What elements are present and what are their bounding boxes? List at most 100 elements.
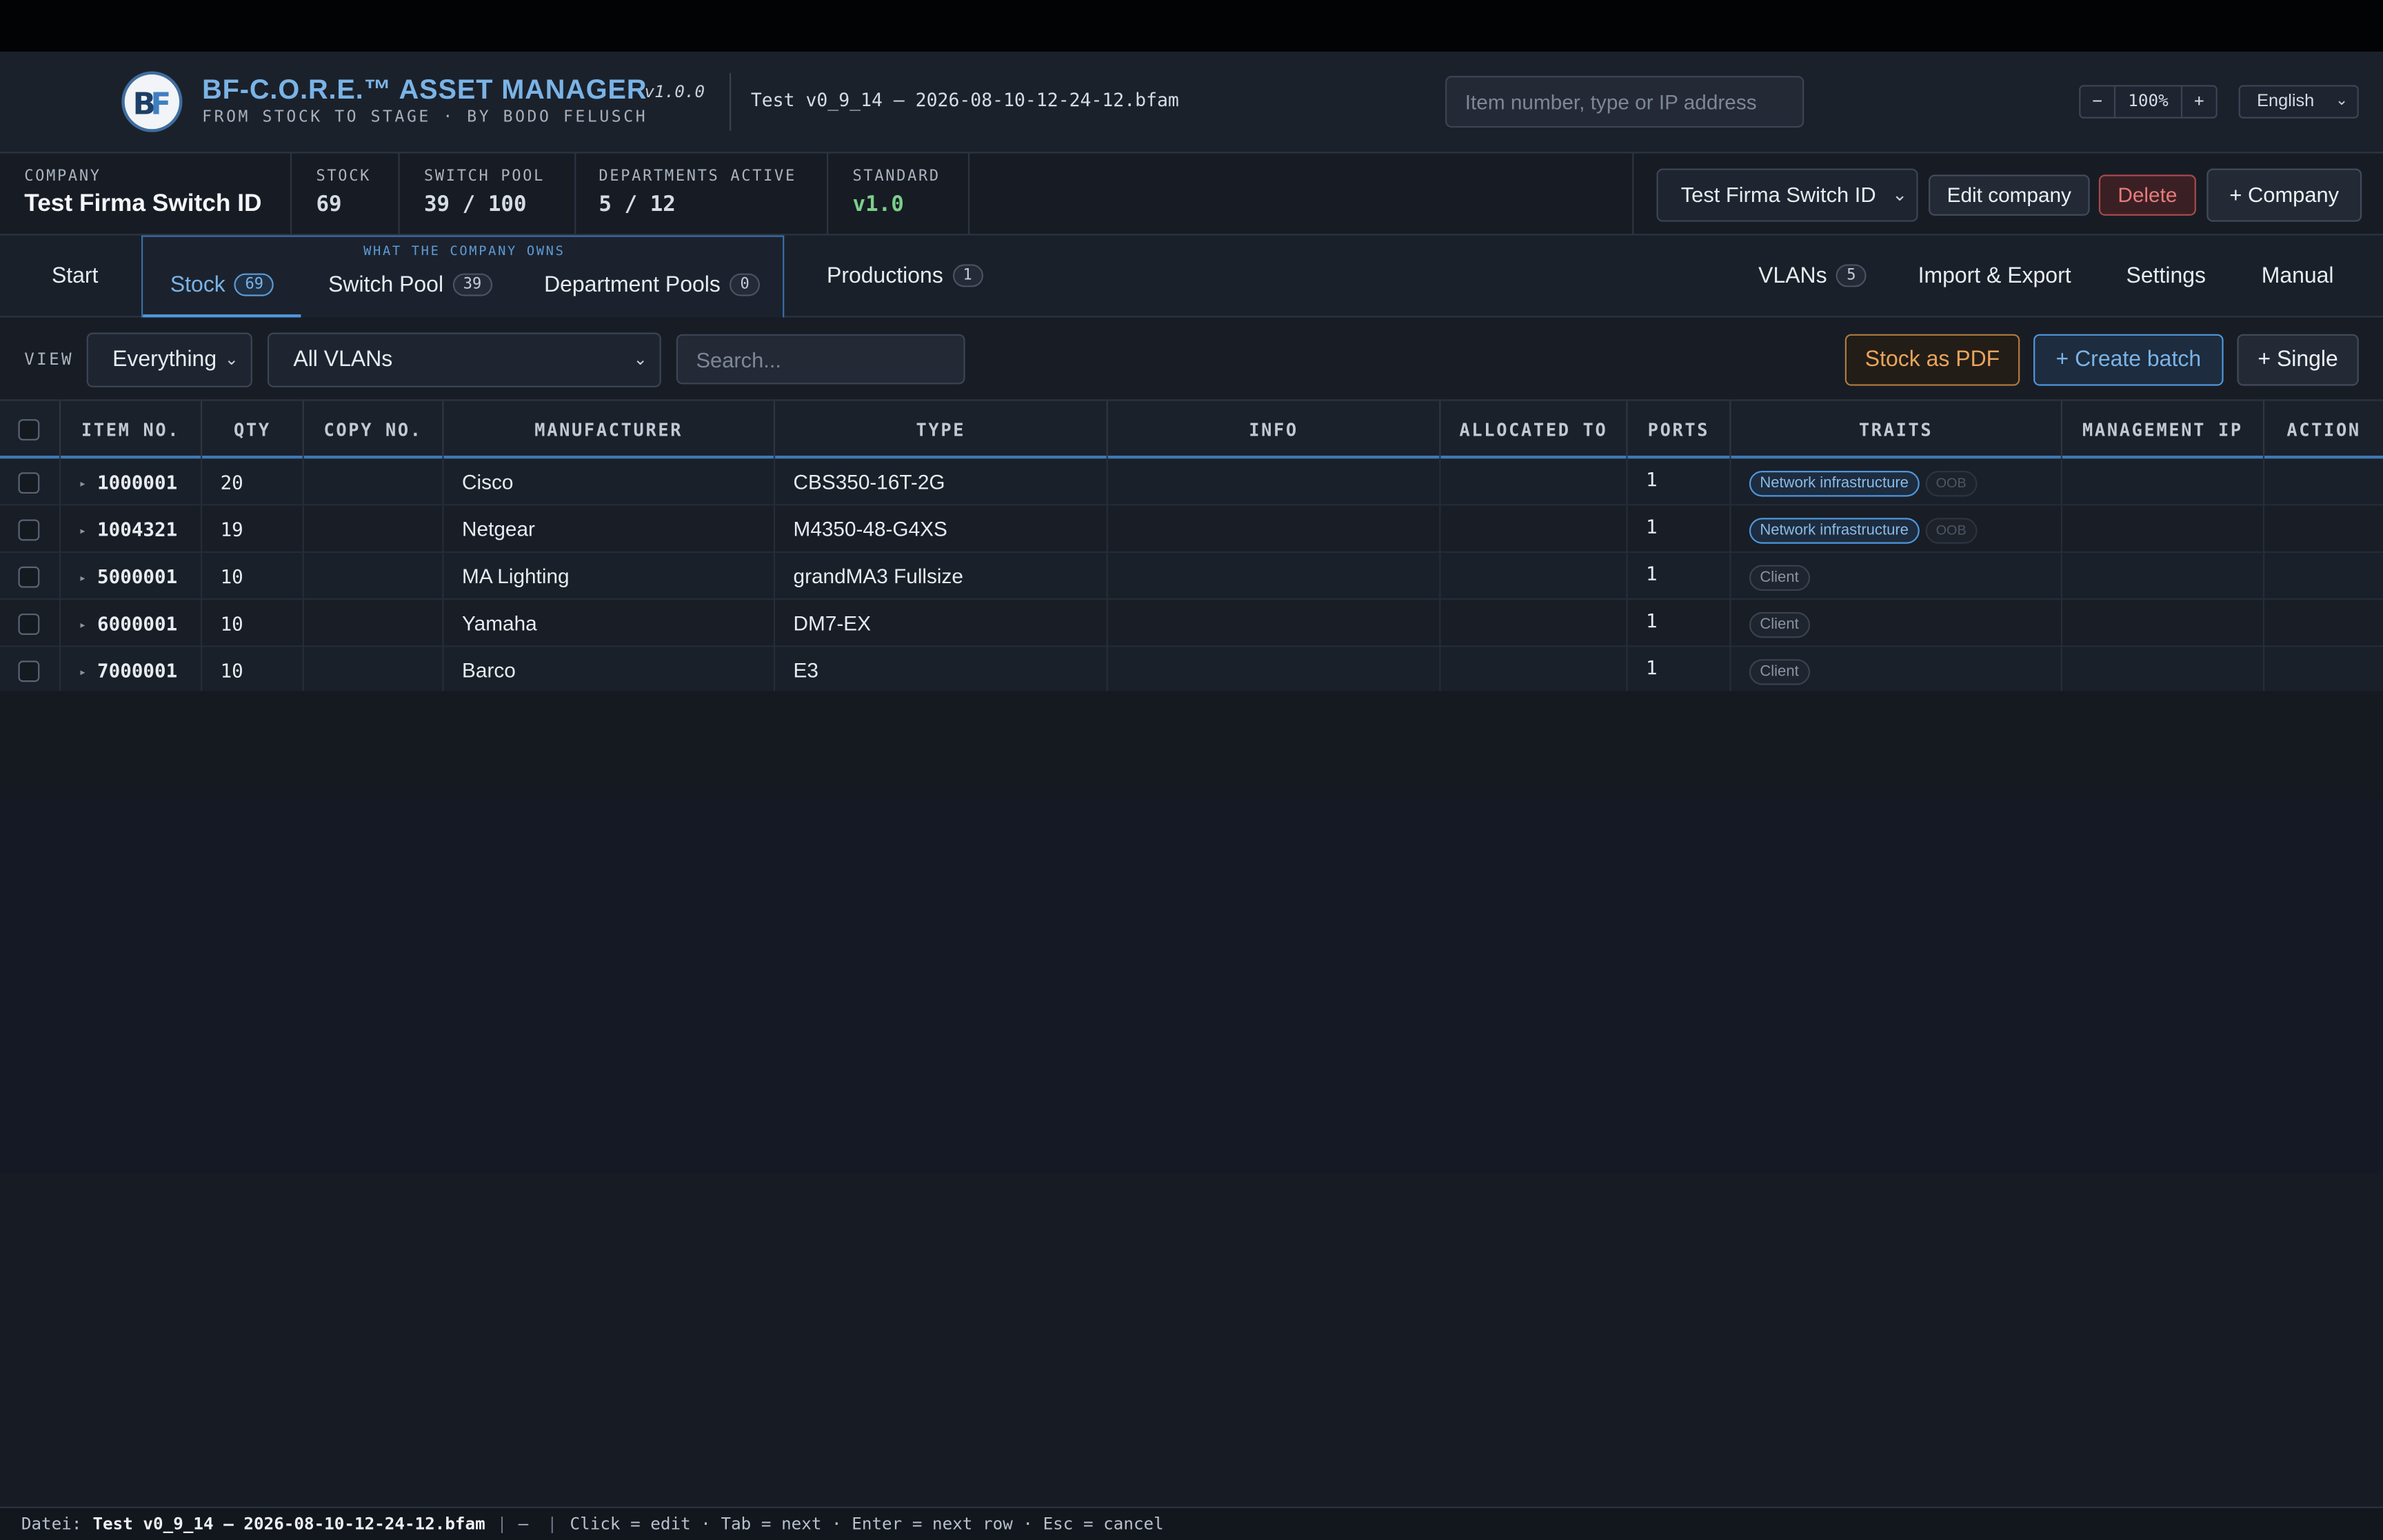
info-cell[interactable] bbox=[1108, 647, 1441, 694]
manufacturer-cell[interactable]: Cisco bbox=[444, 458, 776, 506]
type-cell[interactable]: M4350-48-G4XS bbox=[775, 505, 1108, 553]
qty-cell[interactable]: 10 bbox=[202, 552, 304, 600]
table-row[interactable]: ▸ 6000001 10 Yamaha DM7-EX 1 Client bbox=[0, 600, 2383, 647]
copy-no-cell[interactable] bbox=[304, 458, 444, 506]
col-type[interactable]: TYPE bbox=[775, 401, 1108, 459]
add-company-button[interactable]: + Company bbox=[2206, 168, 2362, 222]
tab-switch-pool[interactable]: Switch Pool 39 bbox=[328, 273, 492, 298]
action-cell[interactable] bbox=[2264, 553, 2383, 600]
type-cell[interactable]: CBS350-16T-2G bbox=[775, 458, 1108, 506]
management-ip-cell[interactable] bbox=[2062, 505, 2265, 553]
item-no-cell[interactable]: ▸ 5000001 bbox=[61, 552, 203, 600]
row-checkbox[interactable] bbox=[18, 660, 40, 682]
company-select[interactable]: Test Firma Switch ID ⌄ bbox=[1656, 168, 1918, 222]
tab-manual[interactable]: Manual bbox=[2262, 235, 2334, 317]
edit-company-button[interactable]: Edit company bbox=[1929, 174, 2090, 216]
management-ip-cell[interactable] bbox=[2062, 458, 2265, 506]
col-info[interactable]: INFO bbox=[1108, 401, 1441, 459]
action-cell[interactable] bbox=[2264, 600, 2383, 647]
row-checkbox[interactable] bbox=[18, 566, 40, 588]
tab-start[interactable]: Start bbox=[52, 235, 99, 317]
table-row[interactable]: ▸ 7000001 10 Barco E3 1 Client bbox=[0, 647, 2383, 694]
traits-cell[interactable]: Client bbox=[1731, 552, 2062, 600]
qty-cell[interactable]: 20 bbox=[202, 458, 304, 506]
ports-cell[interactable]: 1 bbox=[1628, 647, 1731, 694]
triangle-right-icon[interactable]: ▸ bbox=[79, 460, 97, 506]
item-no-cell[interactable]: ▸ 1004321 bbox=[61, 505, 203, 553]
row-checkbox[interactable] bbox=[18, 519, 40, 541]
col-allocated-to[interactable]: ALLOCATED TO bbox=[1440, 401, 1628, 459]
col-traits[interactable]: TRAITS bbox=[1731, 401, 2062, 459]
tab-vlans[interactable]: VLANs 5 bbox=[1758, 235, 1867, 317]
management-ip-cell[interactable] bbox=[2062, 600, 2265, 647]
tab-settings[interactable]: Settings bbox=[2126, 235, 2206, 317]
vlan-select[interactable]: All VLANs ⌄ bbox=[267, 332, 661, 387]
tab-stock[interactable]: Stock 69 bbox=[170, 273, 274, 298]
traits-cell[interactable]: Network infrastructure OOB bbox=[1731, 505, 2062, 553]
allocated-to-cell[interactable] bbox=[1440, 600, 1628, 647]
stock-pdf-button[interactable]: Stock as PDF bbox=[1844, 334, 2020, 386]
qty-cell[interactable]: 10 bbox=[202, 647, 304, 694]
zoom-out-button[interactable]: − bbox=[2080, 87, 2113, 117]
info-cell[interactable] bbox=[1108, 458, 1441, 506]
type-cell[interactable]: E3 bbox=[775, 647, 1108, 694]
select-all-checkbox[interactable] bbox=[18, 419, 40, 440]
add-single-button[interactable]: + Single bbox=[2237, 334, 2359, 386]
triangle-right-icon[interactable]: ▸ bbox=[79, 507, 97, 553]
table-row[interactable]: ▸ 1004321 19 Netgear M4350-48-G4XS 1 Netw… bbox=[0, 505, 2383, 553]
triangle-right-icon[interactable]: ▸ bbox=[79, 554, 97, 600]
ports-cell[interactable]: 1 bbox=[1628, 552, 1731, 600]
tab-department-pools[interactable]: Department Pools 0 bbox=[544, 273, 761, 298]
language-select[interactable]: English ⌄ bbox=[2238, 85, 2359, 119]
qty-cell[interactable]: 10 bbox=[202, 600, 304, 647]
col-qty[interactable]: QTY bbox=[202, 401, 304, 459]
manufacturer-cell[interactable]: Barco bbox=[444, 647, 776, 694]
action-cell[interactable] bbox=[2264, 647, 2383, 694]
management-ip-cell[interactable] bbox=[2062, 552, 2265, 600]
item-no-cell[interactable]: ▸ 7000001 bbox=[61, 647, 203, 694]
action-cell[interactable] bbox=[2264, 458, 2383, 505]
triangle-right-icon[interactable]: ▸ bbox=[79, 601, 97, 647]
type-cell[interactable]: DM7-EX bbox=[775, 600, 1108, 647]
view-select[interactable]: Everything ⌄ bbox=[86, 332, 252, 387]
col-action[interactable]: ACTION bbox=[2264, 401, 2383, 459]
tab-import-export[interactable]: Import & Export bbox=[1918, 235, 2071, 317]
table-row[interactable]: ▸ 1000001 20 Cisco CBS350-16T-2G 1 Networ… bbox=[0, 458, 2383, 506]
manufacturer-cell[interactable]: Netgear bbox=[444, 505, 776, 553]
create-batch-button[interactable]: + Create batch bbox=[2033, 334, 2224, 386]
row-checkbox[interactable] bbox=[18, 472, 40, 494]
copy-no-cell[interactable] bbox=[304, 505, 444, 553]
manufacturer-cell[interactable]: Yamaha bbox=[444, 600, 776, 647]
copy-no-cell[interactable] bbox=[304, 552, 444, 600]
delete-company-button[interactable]: Delete bbox=[2098, 174, 2196, 216]
traits-cell[interactable]: Client bbox=[1731, 647, 2062, 694]
traits-cell[interactable]: Network infrastructure OOB bbox=[1731, 458, 2062, 506]
col-manufacturer[interactable]: MANUFACTURER bbox=[444, 401, 776, 459]
manufacturer-cell[interactable]: MA Lighting bbox=[444, 552, 776, 600]
info-cell[interactable] bbox=[1108, 552, 1441, 600]
ports-cell[interactable]: 1 bbox=[1628, 505, 1731, 553]
zoom-in-button[interactable]: + bbox=[2182, 87, 2215, 117]
global-search-input[interactable] bbox=[1445, 76, 1804, 128]
action-cell[interactable] bbox=[2264, 506, 2383, 553]
col-item-no[interactable]: ITEM NO. bbox=[61, 401, 203, 459]
allocated-to-cell[interactable] bbox=[1440, 505, 1628, 553]
tab-productions[interactable]: Productions 1 bbox=[827, 235, 983, 317]
table-row[interactable]: ▸ 5000001 10 MA Lighting grandMA3 Fullsiz… bbox=[0, 552, 2383, 600]
allocated-to-cell[interactable] bbox=[1440, 552, 1628, 600]
stock-search-input[interactable] bbox=[676, 334, 965, 385]
info-cell[interactable] bbox=[1108, 505, 1441, 553]
ports-cell[interactable]: 1 bbox=[1628, 600, 1731, 647]
traits-cell[interactable]: Client bbox=[1731, 600, 2062, 647]
management-ip-cell[interactable] bbox=[2062, 647, 2265, 694]
allocated-to-cell[interactable] bbox=[1440, 647, 1628, 694]
ports-cell[interactable]: 1 bbox=[1628, 458, 1731, 506]
col-ports[interactable]: PORTS bbox=[1628, 401, 1731, 459]
row-checkbox[interactable] bbox=[18, 614, 40, 635]
copy-no-cell[interactable] bbox=[304, 647, 444, 694]
col-management-ip[interactable]: MANAGEMENT IP bbox=[2062, 401, 2265, 459]
type-cell[interactable]: grandMA3 Fullsize bbox=[775, 552, 1108, 600]
info-cell[interactable] bbox=[1108, 600, 1441, 647]
copy-no-cell[interactable] bbox=[304, 600, 444, 647]
item-no-cell[interactable]: ▸ 1000001 bbox=[61, 458, 203, 506]
